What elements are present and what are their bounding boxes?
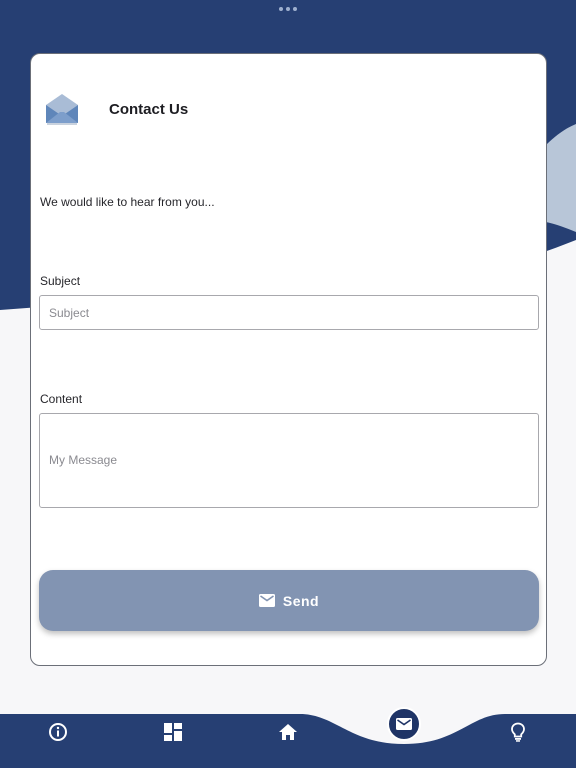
message-textarea[interactable] — [39, 413, 539, 508]
dashboard-icon — [164, 723, 182, 741]
content-label: Content — [40, 392, 83, 406]
send-label: Send — [282, 592, 320, 609]
nav-info[interactable] — [46, 720, 70, 744]
page-title: Contact Us — [109, 100, 189, 118]
nav-dashboard[interactable] — [161, 720, 185, 744]
mail-icon — [396, 718, 412, 730]
subject-label: Subject — [40, 274, 81, 288]
bottom-nav — [0, 700, 576, 768]
envelope-icon — [46, 94, 78, 125]
home-icon — [279, 724, 297, 740]
nav-contact[interactable] — [387, 707, 421, 741]
nav-home[interactable] — [276, 720, 300, 744]
send-button[interactable]: Send — [39, 570, 539, 631]
contact-card: Contact Us We would like to hear from yo… — [30, 53, 547, 666]
mail-icon — [258, 594, 275, 607]
nav-ideas[interactable] — [506, 720, 530, 744]
card-header: Contact Us — [43, 90, 188, 128]
info-icon — [49, 723, 67, 741]
lightbulb-icon — [511, 722, 525, 742]
intro-text: We would like to hear from you... — [40, 195, 215, 209]
multitasking-dots[interactable] — [276, 4, 300, 14]
subject-input[interactable] — [39, 295, 539, 330]
